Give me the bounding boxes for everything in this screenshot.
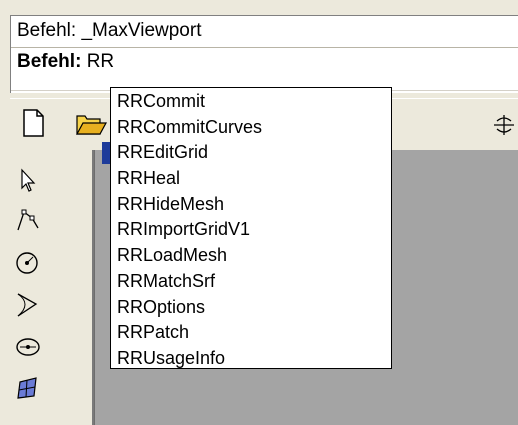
circle-icon[interactable] (12, 246, 44, 278)
select-arrow-icon[interactable] (12, 164, 44, 196)
curve-icon[interactable] (12, 288, 44, 320)
ellipse-icon[interactable] (12, 330, 44, 362)
surface-icon[interactable] (12, 372, 44, 404)
command-separator (11, 47, 518, 48)
rotate-view-icon[interactable] (490, 107, 518, 141)
command-history-label: Befehl: (17, 20, 77, 41)
command-history-value: _MaxViewport (81, 20, 202, 41)
autocomplete-item[interactable]: RRPatch (111, 320, 391, 346)
autocomplete-item[interactable]: RRHeal (111, 166, 391, 192)
command-history-line: Befehl: _MaxViewport (17, 18, 201, 44)
command-input[interactable]: RR (87, 51, 114, 72)
application-window: Befehl: _MaxViewport Befehl: RR RRCommit… (0, 0, 518, 425)
polyline-icon[interactable] (12, 204, 44, 236)
autocomplete-item[interactable]: RRImportGridV1 (111, 217, 391, 243)
command-prompt[interactable]: Befehl: RR (17, 49, 114, 75)
autocomplete-item[interactable]: RRUsageInfo (111, 346, 391, 372)
side-toolbar (10, 150, 46, 425)
new-document-icon[interactable] (18, 106, 48, 140)
open-folder-icon[interactable] (74, 106, 108, 140)
autocomplete-item[interactable]: RRCommitCurves (111, 115, 391, 141)
autocomplete-popup: RRCommit RRCommitCurves RREditGrid RRHea… (110, 87, 392, 369)
autocomplete-item[interactable]: RRLoadMesh (111, 243, 391, 269)
autocomplete-item[interactable]: RREditGrid (111, 140, 391, 166)
autocomplete-item[interactable]: RRCommit (111, 89, 391, 115)
command-prompt-label: Befehl: (17, 51, 82, 72)
autocomplete-item[interactable]: RRMatchSrf (111, 269, 391, 295)
autocomplete-item[interactable]: RRHideMesh (111, 192, 391, 218)
command-area: Befehl: _MaxViewport Befehl: RR (10, 15, 518, 93)
autocomplete-item[interactable]: RROptions (111, 295, 391, 321)
